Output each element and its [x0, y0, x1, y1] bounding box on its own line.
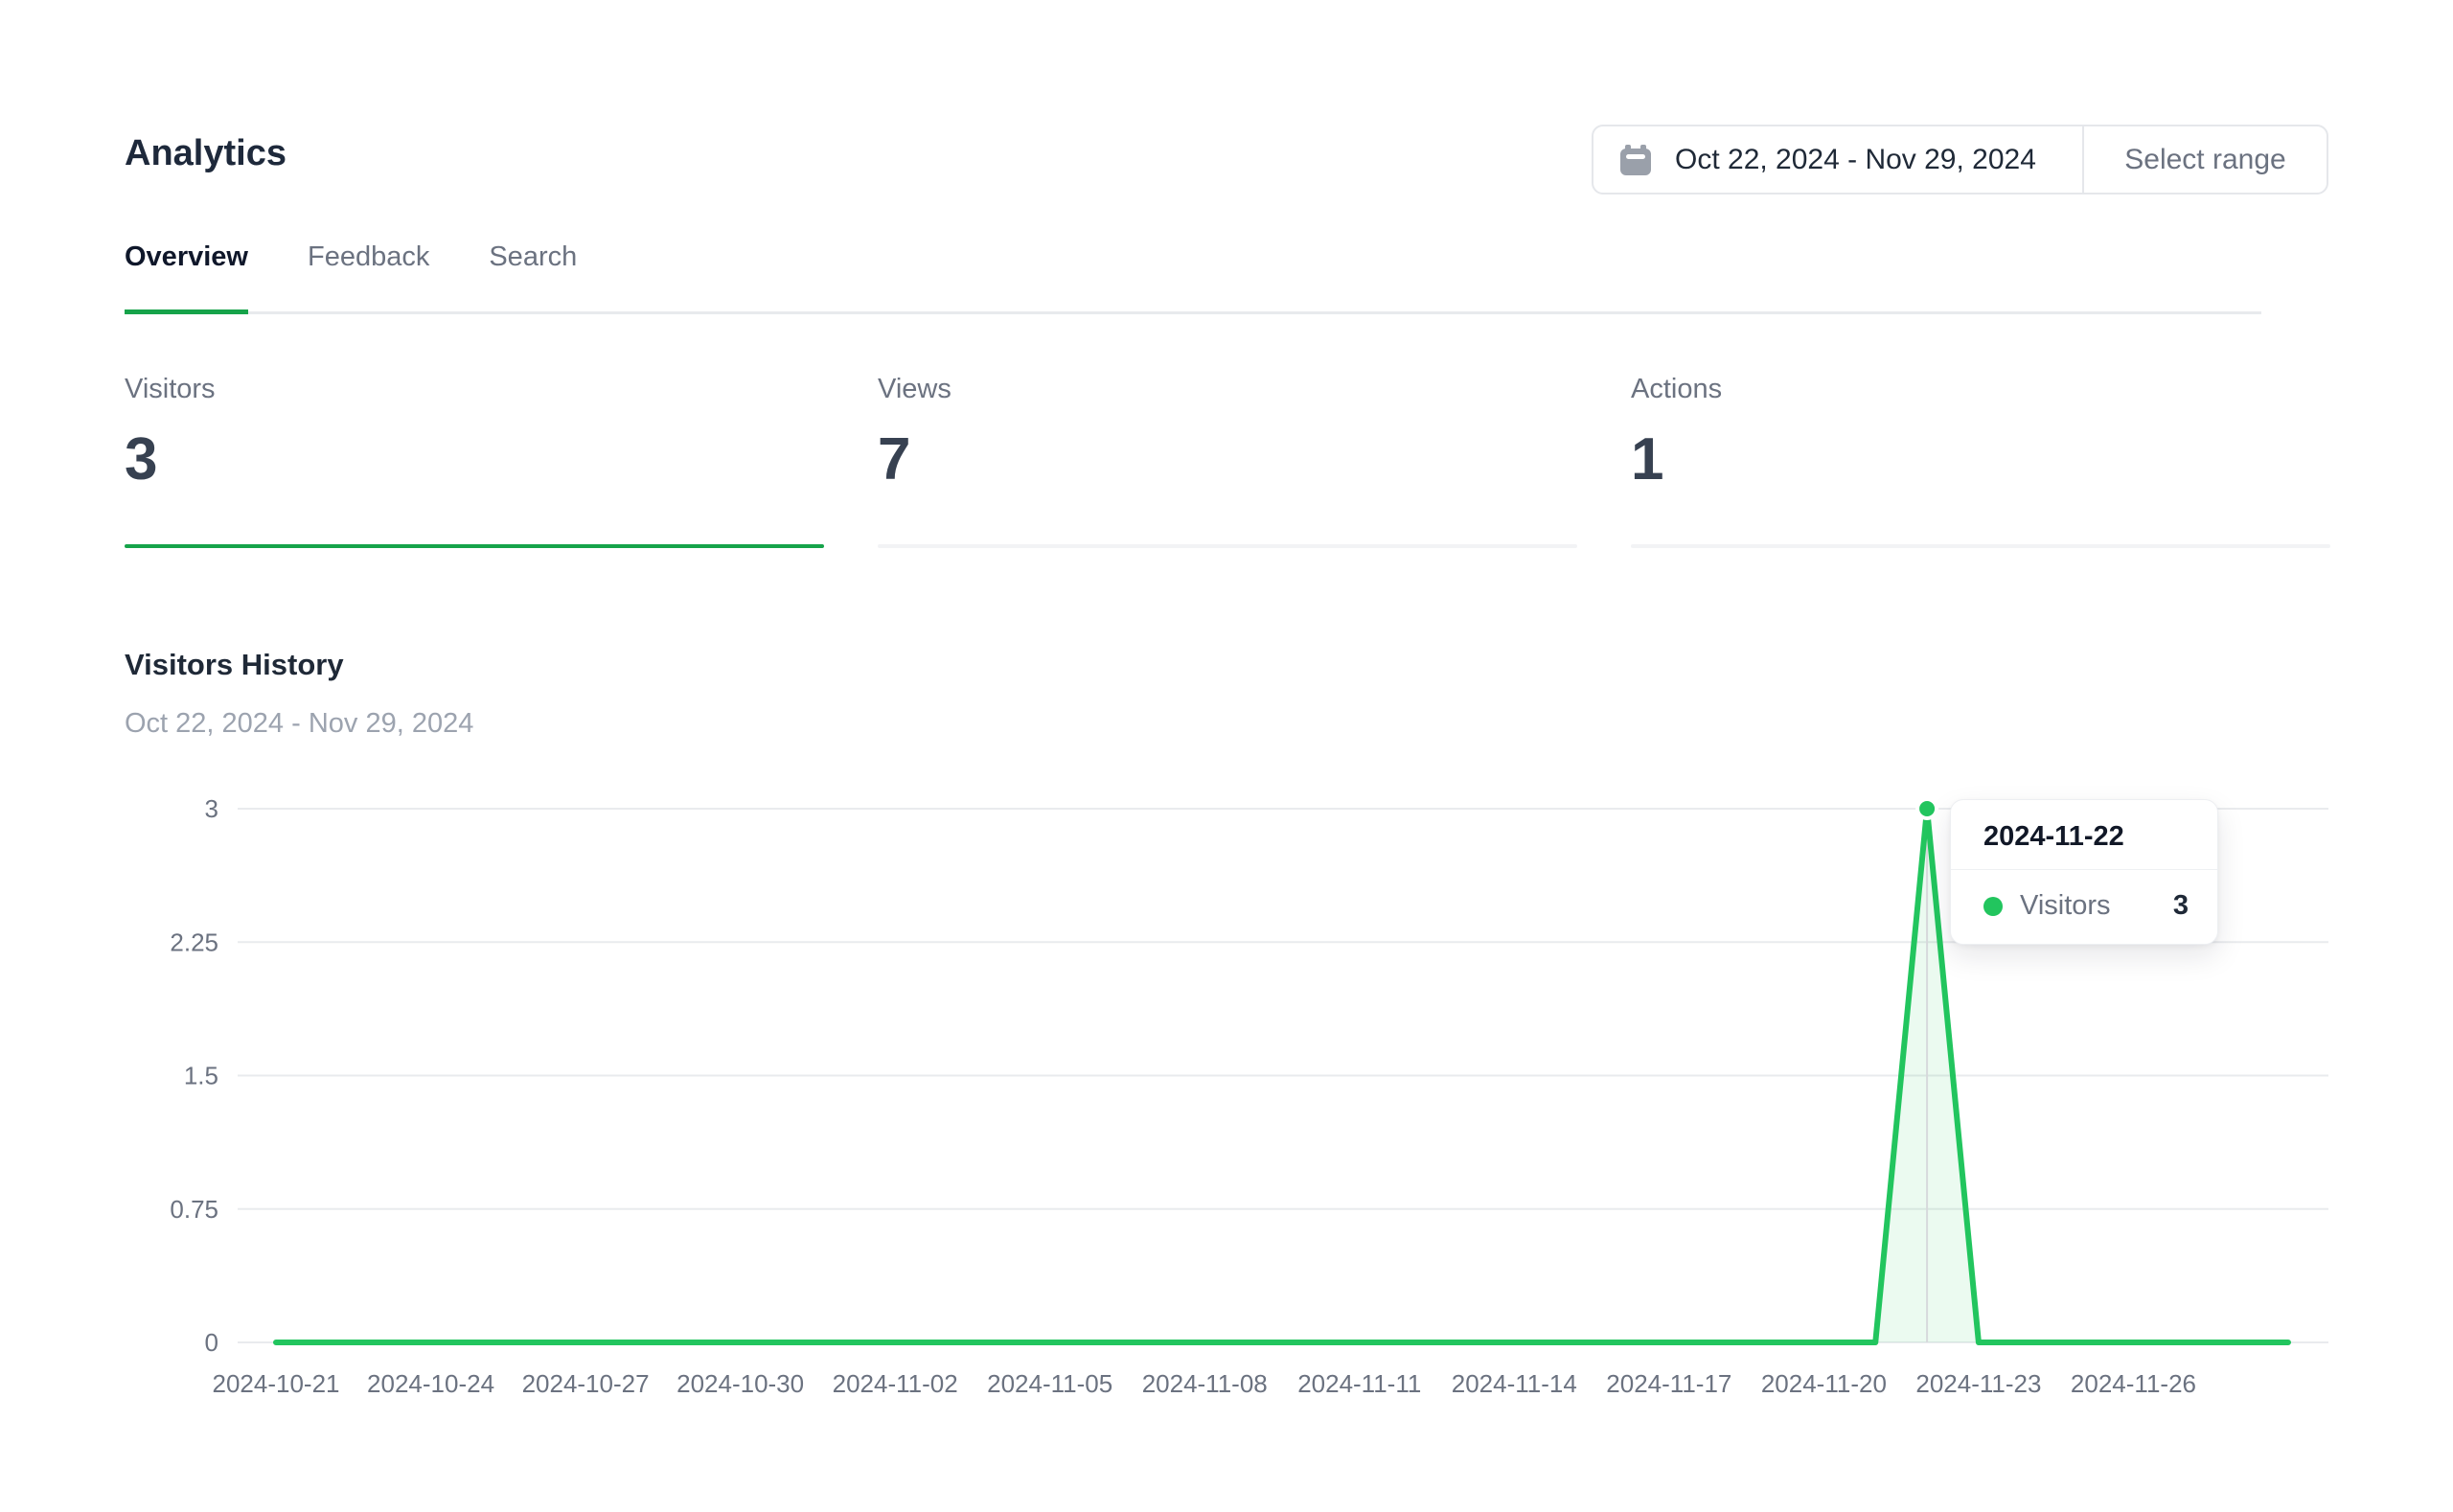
svg-text:0: 0: [205, 1328, 218, 1357]
svg-text:2024-11-17: 2024-11-17: [1606, 1369, 1731, 1398]
svg-text:0.75: 0.75: [170, 1195, 218, 1224]
visitors-series-dot-icon: [1983, 897, 2003, 916]
svg-text:2024-10-21: 2024-10-21: [213, 1369, 340, 1398]
svg-text:2024-11-08: 2024-11-08: [1142, 1369, 1268, 1398]
svg-text:2024-11-23: 2024-11-23: [1915, 1369, 2041, 1398]
svg-text:2024-11-20: 2024-11-20: [1761, 1369, 1887, 1398]
tooltip-row: Visitors 3: [1951, 870, 2217, 944]
svg-text:2024-11-05: 2024-11-05: [987, 1369, 1112, 1398]
analytics-page: Analytics Oct 22, 2024 - Nov 29, 2024 Se…: [0, 0, 2453, 1512]
svg-text:2024-11-14: 2024-11-14: [1452, 1369, 1577, 1398]
svg-text:2024-10-30: 2024-10-30: [676, 1369, 804, 1398]
svg-text:2024-11-26: 2024-11-26: [2071, 1369, 2196, 1398]
chart-tooltip: 2024-11-22 Visitors 3: [1950, 799, 2218, 945]
visitors-history-chart[interactable]: 0 0.75 1.5 2.25 3 2024-10-21 2024-10-24 2024-10…: [0, 0, 2453, 1512]
tooltip-series-value: 3: [2173, 890, 2189, 922]
svg-text:2024-11-11: 2024-11-11: [1297, 1369, 1421, 1398]
svg-text:2.25: 2.25: [170, 928, 218, 956]
tooltip-series-label: Visitors: [2020, 890, 2173, 922]
svg-text:2024-10-27: 2024-10-27: [522, 1369, 650, 1398]
highlight-point: [1917, 799, 1937, 818]
svg-text:3: 3: [205, 794, 218, 823]
svg-text:1.5: 1.5: [184, 1062, 218, 1090]
svg-text:2024-10-24: 2024-10-24: [367, 1369, 494, 1398]
svg-text:2024-11-02: 2024-11-02: [833, 1369, 958, 1398]
tooltip-date: 2024-11-22: [1951, 800, 2217, 870]
